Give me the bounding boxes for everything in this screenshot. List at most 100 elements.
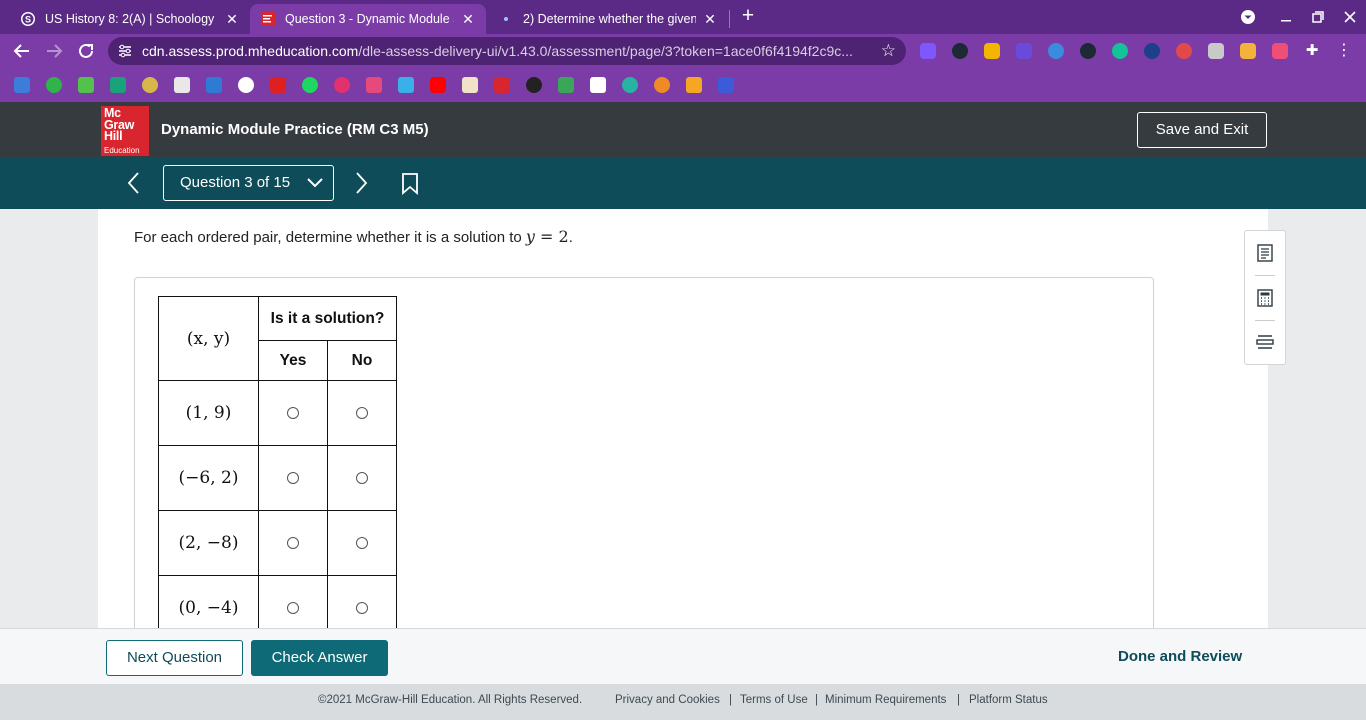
bookmark-icon[interactable] [270,77,286,93]
tab-determine-whether[interactable]: 2) Determine whether the given o ✕ [488,4,728,34]
footer-separator: | [815,694,818,706]
bookmark-icon[interactable] [654,77,670,93]
no-radio[interactable] [356,471,368,484]
loading-icon [498,11,514,27]
extension-icon[interactable] [1048,43,1064,59]
extensions-puzzle-icon[interactable]: ✚ [1304,43,1320,59]
schoology-icon: S [20,11,36,27]
close-tab-icon[interactable]: ✕ [460,11,476,27]
legal-footer: ©2021 McGraw-Hill Education. All Rights … [0,684,1366,720]
spotify-icon[interactable] [302,77,318,93]
back-icon[interactable] [11,40,33,62]
tab-schoology[interactable]: S US History 8: 2(A) | Schoology ✕ [10,4,250,34]
action-bar: Next Question Check Answer Done and Revi… [0,628,1366,684]
bookmark-icon[interactable] [526,77,542,93]
tab-title: 2) Determine whether the given o [523,12,696,26]
no-column-header: No [327,340,397,381]
bookmark-icon[interactable] [78,77,94,93]
bookmark-icon[interactable] [622,77,638,93]
extension-icon[interactable] [984,43,1000,59]
bookmark-icon[interactable] [46,77,62,93]
extension-icon[interactable] [920,43,936,59]
tab-question-3[interactable]: Question 3 - Dynamic Module 5 | ✕ [250,4,486,34]
extension-icon[interactable] [1240,43,1256,59]
no-radio[interactable] [356,601,368,614]
bookmark-icon[interactable] [398,77,414,93]
yes-cell [258,380,328,446]
bookmark-star-icon[interactable]: ☆ [881,41,896,61]
chevron-down-icon [307,178,323,188]
yes-radio[interactable] [287,406,299,419]
bookmark-icon[interactable] [206,77,222,93]
bookmark-icon[interactable] [14,77,30,93]
tab-title: Question 3 - Dynamic Module 5 | [285,12,454,26]
pair-column-header: (x, y) [158,296,259,381]
mcgraw-hill-icon [260,11,276,27]
youtube-icon[interactable] [430,77,446,93]
bookmark-icon[interactable] [366,77,382,93]
extension-icon[interactable] [1080,43,1096,59]
bookmark-icon[interactable] [462,77,478,93]
forward-icon[interactable] [43,40,65,62]
previous-question-icon[interactable] [122,169,146,197]
close-tab-icon[interactable]: ✕ [702,11,718,27]
bookmark-icon[interactable] [686,77,702,93]
bookmark-icon[interactable] [110,77,126,93]
minimize-icon[interactable] [1276,7,1296,27]
extension-icon[interactable] [1016,43,1032,59]
bookmark-icon[interactable] [401,173,419,195]
bookmark-icon[interactable] [558,77,574,93]
bookmark-icon[interactable] [142,77,158,93]
question-prompt: For each ordered pair, determine whether… [134,227,573,246]
bookmark-icon[interactable] [718,77,734,93]
next-question-button[interactable]: Next Question [106,640,243,676]
grammarly-icon[interactable] [1112,43,1128,59]
shield-extension-icon[interactable] [952,43,968,59]
calculator-icon[interactable] [1255,288,1275,308]
bookmark-icon[interactable] [590,77,606,93]
new-tab-button[interactable]: + [738,5,758,27]
question-selector-dropdown[interactable]: Question 3 of 15 [163,165,334,201]
yes-radio[interactable] [287,601,299,614]
extension-icon[interactable] [1176,43,1192,59]
answer-area: (x, y) Is it a solution? Yes No (1, 9) (… [134,277,1154,641]
tab-title: US History 8: 2(A) | Schoology [45,12,215,26]
done-and-review-button[interactable]: Done and Review [1118,648,1242,665]
no-cell [327,380,397,446]
profile-dropdown-icon[interactable] [1238,7,1258,27]
close-window-icon[interactable] [1340,7,1360,27]
table-row: (2, −8) [158,510,397,576]
restore-icon[interactable] [1308,7,1328,27]
notes-icon[interactable] [1255,243,1275,263]
extension-icon[interactable] [1208,43,1224,59]
table-row: (−6, 2) [158,445,397,511]
next-question-icon[interactable] [349,169,373,197]
footer-separator: | [957,694,960,706]
gmail-icon[interactable] [174,77,190,93]
extension-icon[interactable] [1272,43,1288,59]
terms-link[interactable]: Terms of Use [740,694,808,706]
site-info-icon[interactable] [118,44,132,58]
check-answer-button[interactable]: Check Answer [251,640,388,676]
tool-palette [1244,230,1286,365]
reload-icon[interactable] [75,40,97,62]
line-reader-icon[interactable] [1255,332,1275,352]
bookmark-icon[interactable] [334,77,350,93]
ordered-pair: (−6, 2) [158,445,259,511]
save-and-exit-button[interactable]: Save and Exit [1137,112,1267,148]
mcgraw-hill-icon[interactable] [494,77,510,93]
minimum-requirements-link[interactable]: Minimum Requirements [825,694,946,706]
close-tab-icon[interactable]: ✕ [224,11,240,27]
privacy-link[interactable]: Privacy and Cookies [615,694,720,706]
no-radio[interactable] [356,406,368,419]
yes-radio[interactable] [287,471,299,484]
yes-radio[interactable] [287,536,299,549]
extension-icon[interactable] [1144,43,1160,59]
address-bar[interactable]: cdn.assess.prod.mheducation.com/dle-asse… [108,37,906,65]
tab-divider [729,10,730,28]
question-nav-bar: Question 3 of 15 [0,157,1366,209]
schoology-icon[interactable] [238,77,254,93]
platform-status-link[interactable]: Platform Status [969,694,1048,706]
menu-kebab-icon[interactable]: ⋮ [1336,43,1352,59]
no-radio[interactable] [356,536,368,549]
